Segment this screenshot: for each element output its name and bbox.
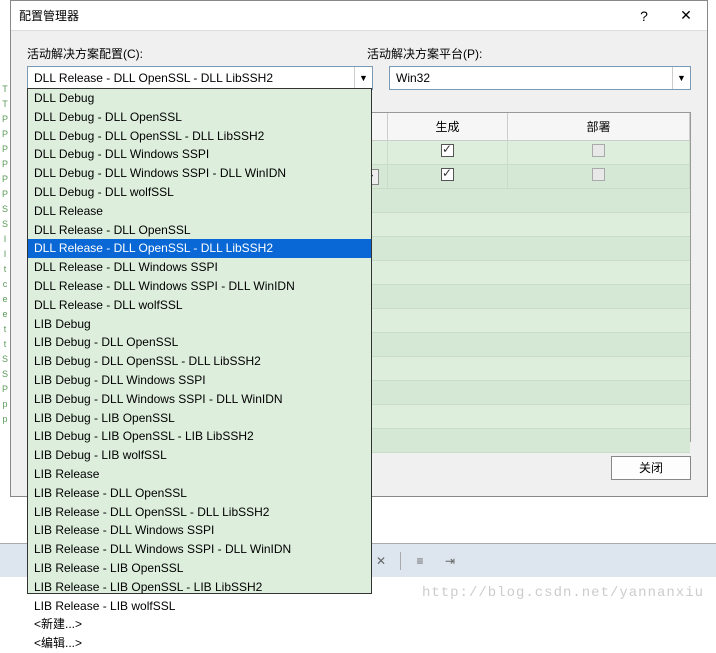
titlebar: 配置管理器 ? ✕ bbox=[11, 1, 707, 31]
config-option[interactable]: DLL Release - DLL wolfSSL bbox=[28, 296, 371, 315]
config-option[interactable]: LIB Release bbox=[28, 465, 371, 484]
config-option[interactable]: LIB Release - DLL Windows SSPI bbox=[28, 521, 371, 540]
config-option[interactable]: DLL Debug bbox=[28, 89, 371, 108]
close-window-button[interactable]: ✕ bbox=[665, 1, 707, 31]
config-option[interactable]: DLL Release - DLL OpenSSL - DLL LibSSH2 bbox=[28, 239, 371, 258]
editor-gutter: TTPPPPPPSSIItceettSSPpp bbox=[0, 82, 10, 427]
cell-deploy bbox=[508, 165, 690, 188]
config-option[interactable]: DLL Release - DLL Windows SSPI - DLL Win… bbox=[28, 277, 371, 296]
config-option[interactable]: LIB Debug - LIB OpenSSL - LIB LibSSH2 bbox=[28, 427, 371, 446]
chevron-down-icon[interactable]: ▼ bbox=[672, 67, 690, 89]
config-option[interactable]: LIB Release - LIB OpenSSL - LIB LibSSH2 bbox=[28, 578, 371, 597]
config-option[interactable]: LIB Debug - LIB OpenSSL bbox=[28, 409, 371, 428]
watermark: http://blog.csdn.net/yannanxiu bbox=[422, 585, 704, 601]
dialog-title: 配置管理器 bbox=[19, 7, 623, 24]
config-option[interactable]: LIB Release - DLL OpenSSL bbox=[28, 484, 371, 503]
cell-build[interactable] bbox=[388, 165, 508, 188]
config-option[interactable]: LIB Release - DLL Windows SSPI - DLL Win… bbox=[28, 540, 371, 559]
config-option[interactable]: LIB Release - LIB wolfSSL bbox=[28, 597, 371, 616]
config-option[interactable]: DLL Release - DLL OpenSSL bbox=[28, 221, 371, 240]
config-option[interactable]: DLL Release - DLL Windows SSPI bbox=[28, 258, 371, 277]
config-option[interactable]: DLL Debug - DLL Windows SSPI bbox=[28, 145, 371, 164]
config-option[interactable]: LIB Debug - DLL OpenSSL bbox=[28, 333, 371, 352]
config-option[interactable]: DLL Debug - DLL OpenSSL bbox=[28, 108, 371, 127]
solution-config-label: 活动解决方案配置(C): bbox=[27, 45, 367, 62]
solution-platform-combo[interactable]: Win32 ▼ bbox=[389, 66, 691, 90]
config-option[interactable]: LIB Debug - DLL Windows SSPI bbox=[28, 371, 371, 390]
config-option[interactable]: LIB Debug - DLL OpenSSL - DLL LibSSH2 bbox=[28, 352, 371, 371]
help-button[interactable]: ? bbox=[623, 1, 665, 31]
close-button[interactable]: 关闭 bbox=[611, 456, 691, 480]
solution-platform-value: Win32 bbox=[396, 71, 672, 85]
solution-config-combo[interactable]: DLL Release - DLL OpenSSL - DLL LibSSH2 … bbox=[27, 66, 373, 90]
cell-build[interactable] bbox=[388, 141, 508, 164]
solution-config-value: DLL Release - DLL OpenSSL - DLL LibSSH2 bbox=[34, 71, 354, 85]
config-option[interactable]: LIB Debug - LIB wolfSSL bbox=[28, 446, 371, 465]
solution-config-dropdown: DLL DebugDLL Debug - DLL OpenSSLDLL Debu… bbox=[27, 88, 372, 594]
chevron-down-icon[interactable]: ▼ bbox=[354, 67, 372, 89]
cell-deploy bbox=[508, 141, 690, 164]
config-option[interactable]: DLL Debug - DLL wolfSSL bbox=[28, 183, 371, 202]
clear-icon[interactable]: ✕ bbox=[370, 551, 392, 571]
column-header-deploy[interactable]: 部署 bbox=[508, 113, 690, 141]
config-option[interactable]: LIB Release - LIB OpenSSL bbox=[28, 559, 371, 578]
config-option[interactable]: DLL Release bbox=[28, 202, 371, 221]
config-option[interactable]: <新建...> bbox=[28, 615, 371, 634]
config-option[interactable]: LIB Debug - DLL Windows SSPI - DLL WinID… bbox=[28, 390, 371, 409]
config-option[interactable]: DLL Debug - DLL OpenSSL - DLL LibSSH2 bbox=[28, 127, 371, 146]
config-option[interactable]: LIB Debug bbox=[28, 315, 371, 334]
config-option[interactable]: DLL Debug - DLL Windows SSPI - DLL WinID… bbox=[28, 164, 371, 183]
config-option[interactable]: LIB Release - DLL OpenSSL - DLL LibSSH2 bbox=[28, 503, 371, 522]
column-header-build[interactable]: 生成 bbox=[388, 113, 508, 141]
config-option[interactable]: <编辑...> bbox=[28, 634, 371, 653]
step-icon[interactable]: ⇥ bbox=[439, 551, 461, 571]
solution-platform-label: 活动解决方案平台(P): bbox=[367, 45, 691, 62]
list-icon[interactable]: ≡ bbox=[409, 551, 431, 571]
